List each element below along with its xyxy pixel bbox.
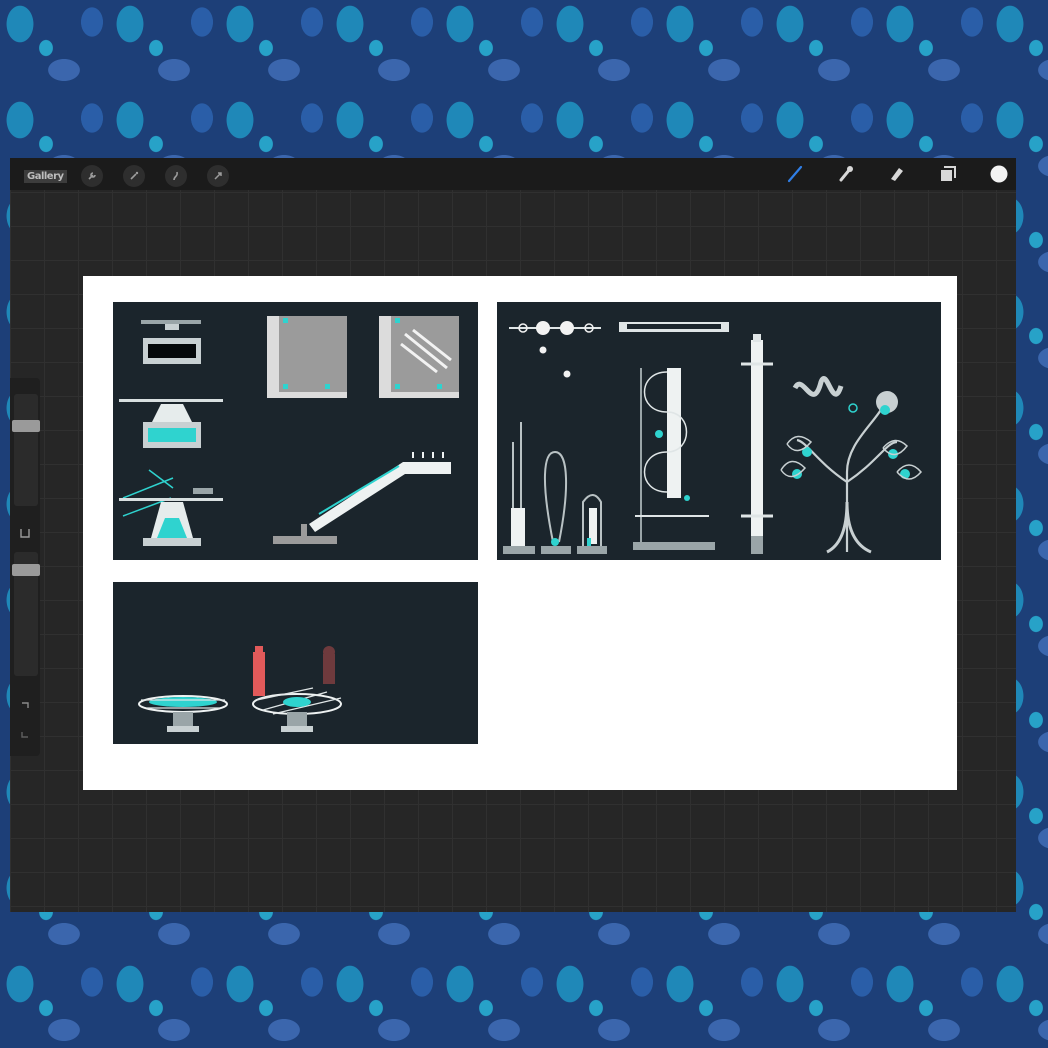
platform-sheet-panel	[113, 582, 478, 744]
magic-wand-icon[interactable]	[122, 165, 145, 187]
smudge-icon[interactable]	[835, 163, 857, 185]
opacity-slider[interactable]	[12, 552, 40, 676]
redo-icon[interactable]	[14, 724, 36, 746]
device-closed	[141, 320, 201, 364]
procreate-window: Gallery	[10, 158, 1016, 912]
glowing-platform	[138, 695, 228, 732]
square-modifier-icon[interactable]	[14, 522, 36, 544]
selection-icon[interactable]	[164, 165, 187, 187]
top-toolbar: Gallery	[10, 158, 1016, 190]
toolbar-left-group: Gallery	[24, 165, 249, 187]
coil-column	[633, 368, 715, 550]
brush-icon[interactable]	[784, 163, 806, 185]
gallery-button[interactable]: Gallery	[24, 169, 67, 183]
transform-icon[interactable]	[206, 165, 229, 187]
crystal-tree	[780, 376, 922, 554]
small-chamber	[577, 494, 607, 554]
frame-marked	[379, 316, 459, 398]
device-active	[119, 469, 223, 546]
device-loading	[119, 399, 223, 448]
color-icon[interactable]	[988, 163, 1010, 185]
brush-size-handle[interactable]	[12, 420, 40, 432]
bar-rod	[619, 322, 729, 332]
wrench-icon[interactable]	[80, 165, 103, 187]
platform-sheet-art	[138, 646, 342, 732]
apparatus-sheet-panel	[113, 302, 478, 560]
brush-size-slider[interactable]	[12, 394, 40, 506]
undo-icon[interactable]	[14, 694, 36, 716]
frame-empty	[267, 316, 347, 398]
pillar	[741, 334, 773, 554]
toolbar-right-group	[755, 163, 1010, 185]
cannon-arm	[273, 452, 451, 544]
tower-sheet-panel	[497, 302, 941, 560]
bead-rod	[509, 321, 601, 378]
platform-with-markers	[252, 646, 342, 732]
loop-column	[541, 450, 571, 554]
apparatus-sheet-art	[119, 316, 459, 546]
layers-icon[interactable]	[937, 163, 959, 185]
opacity-handle[interactable]	[12, 564, 40, 576]
tower-sheet-art	[503, 321, 922, 554]
left-sidebar	[10, 378, 40, 756]
drawing-canvas[interactable]	[83, 276, 957, 790]
tall-flask	[503, 422, 535, 554]
eraser-icon[interactable]	[886, 163, 908, 185]
